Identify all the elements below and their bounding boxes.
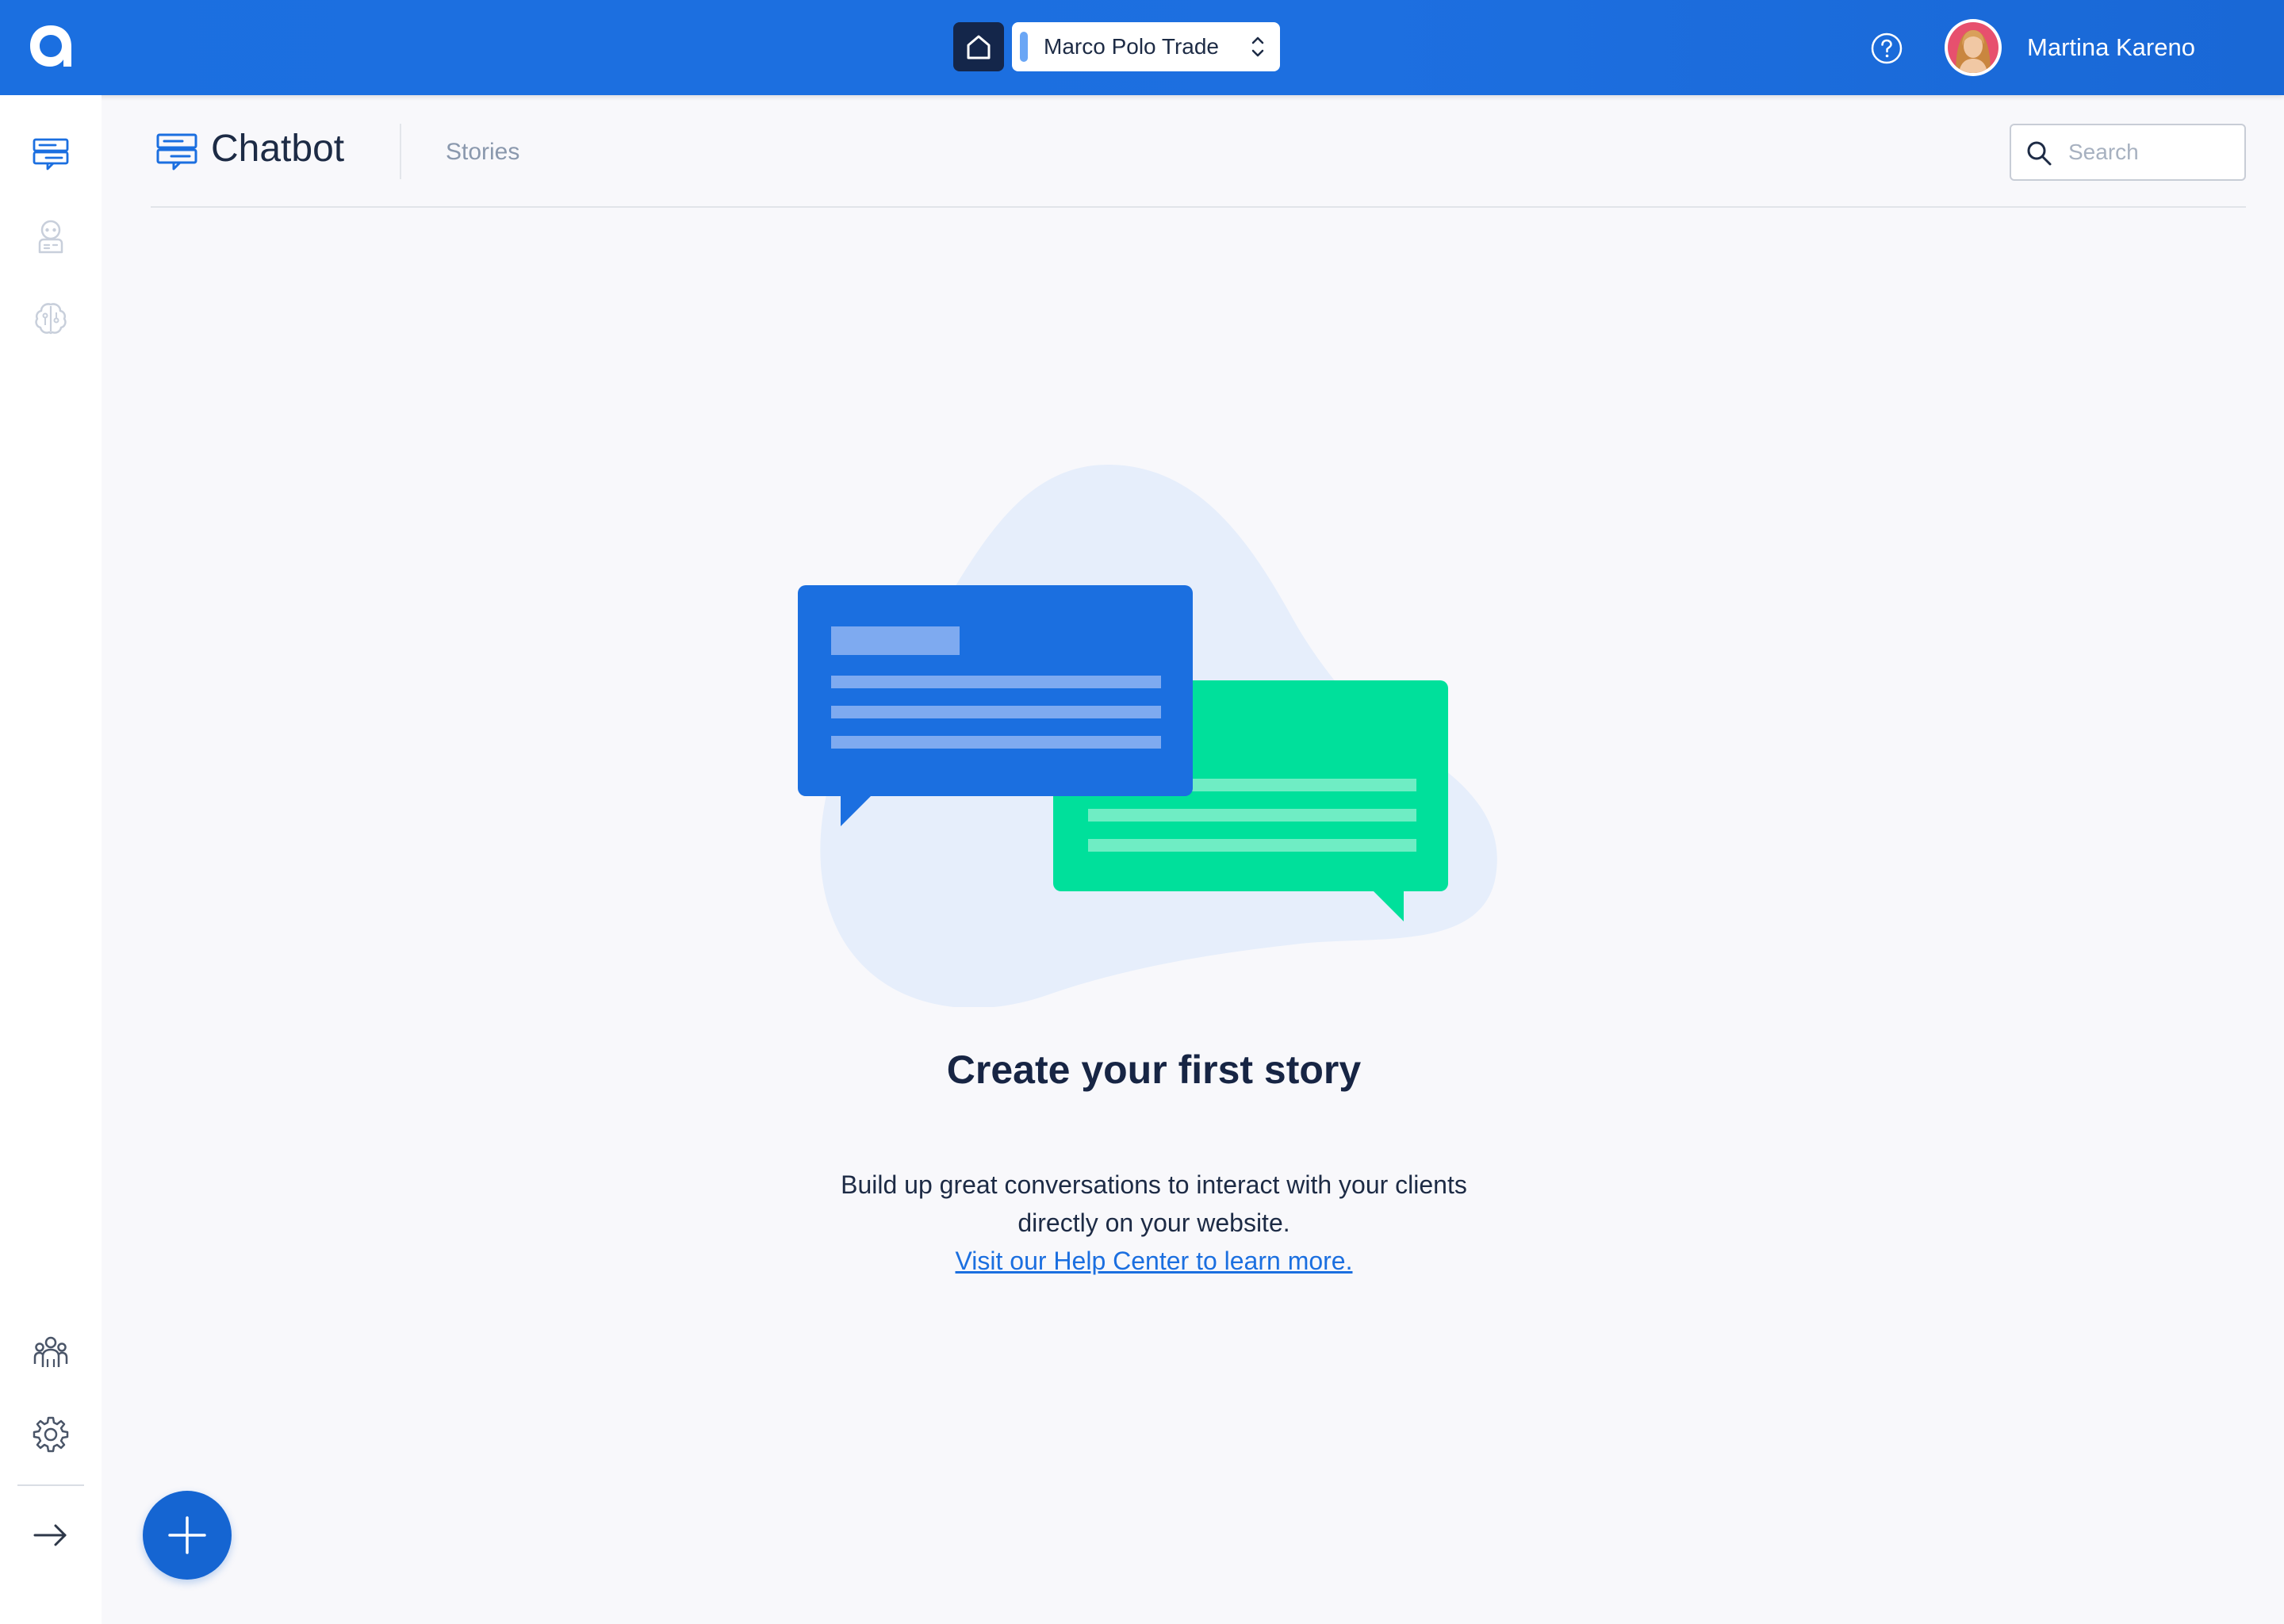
workspace-name: Marco Polo Trade xyxy=(1044,34,1219,59)
user-name[interactable]: Martina Kareno xyxy=(2027,30,2195,65)
search-input[interactable] xyxy=(2067,133,2233,171)
empty-state-description: Build up great conversations to interact… xyxy=(0,1166,2284,1280)
left-rail xyxy=(0,95,102,1624)
empty-state-description-line1: Build up great conversations to interact… xyxy=(841,1170,1467,1199)
chatbot-title-icon xyxy=(156,133,197,170)
header-separator xyxy=(400,124,401,179)
avatar-image xyxy=(1948,22,1998,73)
top-bar: Marco Polo Trade Martina Kareno xyxy=(0,0,2284,95)
gear-icon[interactable] xyxy=(32,1415,70,1453)
page-title: Chatbot xyxy=(211,128,345,170)
home-button[interactable] xyxy=(953,22,1004,71)
help-center-link[interactable]: Visit our Help Center to learn more. xyxy=(956,1247,1353,1275)
empty-state-title: Create your first story xyxy=(946,1048,1362,1092)
empty-state-description-line2: directly on your website. xyxy=(1017,1208,1290,1237)
workspace-color-bar xyxy=(1020,32,1028,62)
tab-stories[interactable]: Stories xyxy=(446,136,519,168)
app-logo-icon[interactable] xyxy=(27,22,75,70)
workspace-selector[interactable]: Marco Polo Trade xyxy=(1012,22,1280,71)
chevron-updown-icon xyxy=(1251,36,1264,57)
brain-icon[interactable] xyxy=(32,300,70,338)
search-icon xyxy=(2027,141,2052,166)
blue-bubble xyxy=(798,585,1193,826)
search-box[interactable] xyxy=(2010,124,2246,181)
plus-icon xyxy=(168,1516,206,1554)
home-icon xyxy=(967,35,991,59)
robot-icon[interactable] xyxy=(32,217,70,255)
arrow-right-icon[interactable] xyxy=(32,1516,70,1554)
help-circle-icon[interactable] xyxy=(1870,32,1903,65)
header-rule xyxy=(151,206,2246,208)
rail-divider xyxy=(17,1484,84,1486)
add-story-button[interactable] xyxy=(143,1491,232,1580)
user-avatar[interactable] xyxy=(1945,19,2002,76)
team-icon[interactable] xyxy=(32,1332,70,1370)
chatbot-icon[interactable] xyxy=(32,135,70,173)
chat-bubbles-illustration xyxy=(798,464,1497,1007)
